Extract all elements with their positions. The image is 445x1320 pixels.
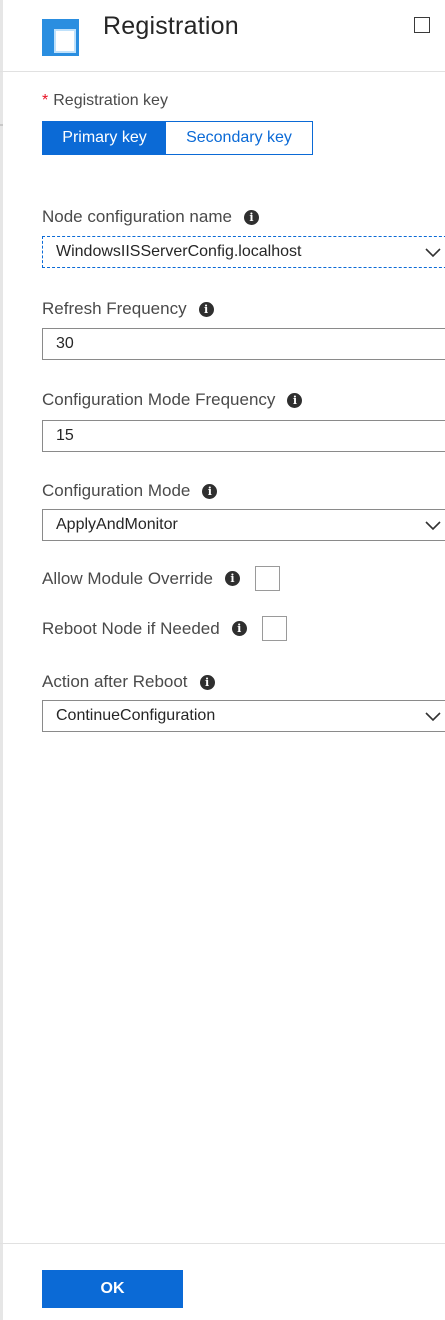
config-mode-select[interactable]: ApplyAndMonitor — [42, 509, 445, 541]
allow-module-override-row: Allow Module Override i — [42, 566, 281, 591]
chevron-down-icon — [425, 248, 441, 258]
node-config-select[interactable]: WindowsIISServerConfig.localhost — [42, 236, 445, 268]
info-icon[interactable]: i — [243, 209, 259, 225]
config-mode-value: ApplyAndMonitor — [56, 516, 178, 533]
blade-icon — [42, 19, 79, 56]
info-icon[interactable]: i — [202, 483, 218, 499]
blade-left-edge — [0, 0, 3, 1320]
action-after-reboot-value: ContinueConfiguration — [56, 707, 216, 724]
chevron-down-icon — [425, 521, 441, 531]
node-config-label-text: Node configuration name — [42, 207, 232, 226]
config-mode-frequency-value: 15 — [56, 427, 74, 444]
blade-left-edge-mark — [0, 124, 3, 126]
page-title: Registration — [103, 12, 239, 40]
action-after-reboot-select[interactable]: ContinueConfiguration — [42, 700, 445, 732]
config-mode-label: Configuration Mode i — [42, 481, 218, 501]
refresh-frequency-value: 30 — [56, 335, 74, 352]
info-icon[interactable]: i — [199, 674, 215, 690]
action-after-reboot-label: Action after Reboot i — [42, 672, 215, 692]
primary-key-option[interactable]: Primary key — [43, 122, 166, 154]
required-marker: * — [42, 92, 49, 109]
allow-module-override-checkbox[interactable] — [255, 566, 281, 591]
node-config-value: WindowsIISServerConfig.localhost — [56, 243, 302, 260]
refresh-frequency-label: Refresh Frequency i — [42, 299, 214, 319]
config-mode-frequency-label: Configuration Mode Frequency i — [42, 390, 303, 410]
node-config-label: Node configuration name i — [42, 207, 259, 227]
info-icon[interactable]: i — [231, 621, 247, 636]
footer-divider — [0, 1243, 445, 1244]
refresh-frequency-input[interactable]: 30 — [42, 328, 445, 360]
registration-key-toggle: Primary key Secondary key — [42, 121, 313, 155]
registration-key-label: * Registration key — [42, 92, 168, 110]
chevron-down-icon — [425, 712, 441, 722]
info-icon[interactable]: i — [287, 392, 303, 408]
config-mode-frequency-input[interactable]: 15 — [42, 420, 445, 452]
action-after-reboot-label-text: Action after Reboot — [42, 672, 188, 691]
reboot-node-label: Reboot Node if Needed — [42, 618, 220, 638]
allow-module-override-label: Allow Module Override — [42, 568, 214, 588]
reboot-node-row: Reboot Node if Needed i — [42, 616, 287, 641]
secondary-key-option[interactable]: Secondary key — [166, 122, 312, 154]
reboot-node-checkbox[interactable] — [261, 616, 287, 641]
refresh-frequency-label-text: Refresh Frequency — [42, 299, 187, 318]
registration-key-label-text: Registration key — [53, 92, 168, 109]
config-mode-label-text: Configuration Mode — [42, 481, 191, 500]
blade-header: Registration — [0, 0, 445, 72]
info-icon[interactable]: i — [225, 571, 241, 586]
info-icon[interactable]: i — [198, 301, 214, 317]
config-mode-frequency-label-text: Configuration Mode Frequency — [42, 390, 276, 409]
ok-button[interactable]: OK — [42, 1270, 183, 1308]
maximize-icon[interactable] — [414, 17, 430, 33]
